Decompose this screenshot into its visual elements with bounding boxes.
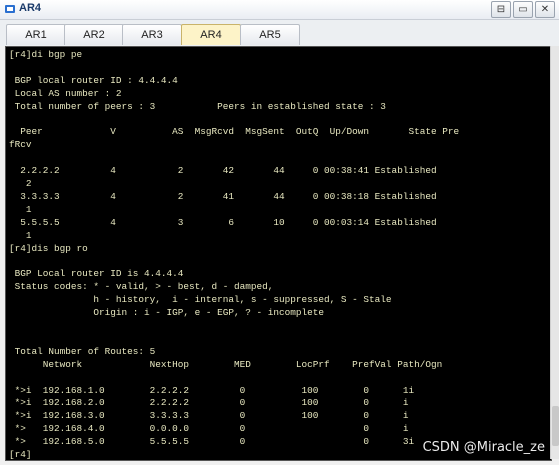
terminal-line: BGP Local router ID is 4.4.4.4 bbox=[9, 268, 184, 280]
tab-ar4[interactable]: AR4 bbox=[181, 24, 241, 45]
tab-ar3[interactable]: AR3 bbox=[122, 24, 182, 45]
scrollbar-thumb[interactable] bbox=[552, 406, 559, 446]
title-bar: AR4 ⊟ ▭ ✕ bbox=[0, 0, 559, 20]
terminal-output: [r4]di bgp pe BGP local router ID : 4.4.… bbox=[6, 47, 551, 461]
terminal-line: Local AS number : 2 bbox=[9, 87, 122, 99]
terminal-line: Origin : i - IGP, e - EGP, ? - incomplet… bbox=[9, 307, 325, 319]
tab-strip: AR1 AR2 AR3 AR4 AR5 bbox=[0, 20, 559, 46]
terminal-line: 3.3.3.3 4 2 41 44 0 00:38:18 Established bbox=[9, 190, 437, 202]
watermark-text: CSDN @Miracle_ze bbox=[422, 440, 545, 455]
terminal-line: 1 bbox=[9, 229, 32, 241]
vertical-scrollbar[interactable] bbox=[550, 46, 559, 459]
terminal-line: fRcv bbox=[9, 139, 32, 151]
terminal-line: 2 bbox=[9, 178, 32, 190]
terminal-line: h - history, i - internal, s - suppresse… bbox=[9, 294, 392, 306]
terminal-line: *>i 192.168.2.0 2.2.2.2 0 100 0 i bbox=[9, 397, 409, 409]
terminal-line: Status codes: * - valid, > - best, d - d… bbox=[9, 281, 274, 293]
tab-ar1[interactable]: AR1 bbox=[6, 24, 66, 45]
terminal-line: [r4]di bgp pe bbox=[9, 49, 83, 60]
window-controls: ⊟ ▭ ✕ bbox=[491, 1, 555, 18]
close-button[interactable]: ✕ bbox=[535, 1, 555, 18]
terminal-line: [r4]dis bgp ro bbox=[9, 242, 88, 254]
terminal-line: *>i 192.168.1.0 2.2.2.2 0 100 0 1i bbox=[9, 384, 415, 396]
terminal-line: 2.2.2.2 4 2 42 44 0 00:38:41 Established bbox=[9, 165, 437, 177]
terminal-line: Network NextHop MED LocPrf PrefVal Path/… bbox=[9, 358, 443, 370]
terminal-line: Total Number of Routes: 5 bbox=[9, 345, 156, 357]
terminal-line: *> 192.168.4.0 0.0.0.0 0 0 i bbox=[9, 423, 409, 435]
minimize-button[interactable]: ⊟ bbox=[491, 1, 511, 18]
terminal-line: Total number of peers : 3 Peers in estab… bbox=[9, 100, 386, 112]
app-icon bbox=[5, 5, 15, 13]
terminal-line: *> 192.168.5.0 5.5.5.5 0 0 3i bbox=[9, 436, 415, 448]
terminal-line: BGP local router ID : 4.4.4.4 bbox=[9, 74, 178, 86]
terminal-console[interactable]: [r4]di bgp pe BGP local router ID : 4.4.… bbox=[5, 46, 552, 461]
tab-ar5[interactable]: AR5 bbox=[240, 24, 300, 45]
terminal-line: *>i 192.168.3.0 3.3.3.3 0 100 0 i bbox=[9, 410, 409, 422]
terminal-line: Peer V AS MsgRcvd MsgSent OutQ Up/Down S… bbox=[9, 126, 460, 138]
window-title: AR4 bbox=[19, 2, 42, 14]
terminal-line: 5.5.5.5 4 3 6 10 0 00:03:14 Established bbox=[9, 216, 437, 228]
terminal-line: [r4] bbox=[9, 449, 32, 461]
tab-ar2[interactable]: AR2 bbox=[64, 24, 124, 45]
terminal-line: 1 bbox=[9, 203, 32, 215]
restore-button[interactable]: ▭ bbox=[513, 1, 533, 18]
